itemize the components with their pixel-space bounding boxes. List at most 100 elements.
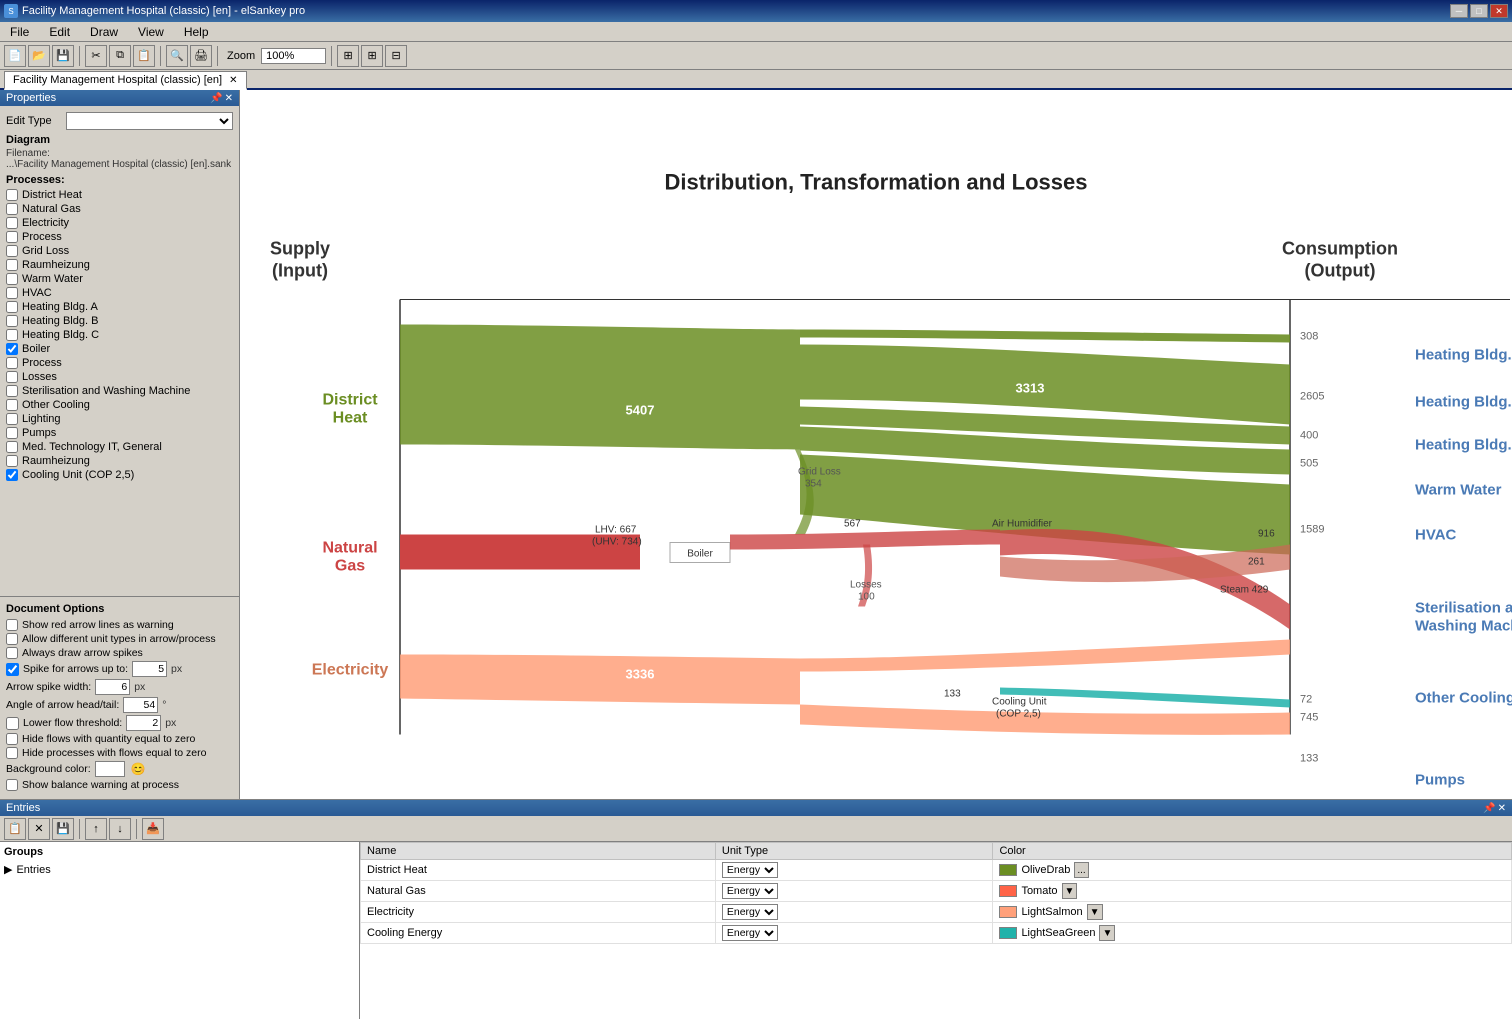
save-btn[interactable]: 💾 bbox=[52, 45, 74, 67]
bg-color-swatch[interactable] bbox=[95, 761, 125, 777]
edit-type-select[interactable] bbox=[66, 112, 233, 130]
new-btn[interactable]: 📄 bbox=[4, 45, 26, 67]
entries-add-btn[interactable]: 📋 bbox=[4, 818, 26, 840]
row-unit-electricity[interactable]: Energy bbox=[722, 904, 778, 920]
proc-heating-b-check[interactable] bbox=[6, 315, 18, 327]
proc-process2-check[interactable] bbox=[6, 357, 18, 369]
tab-bar: Facility Management Hospital (classic) [… bbox=[0, 70, 1512, 90]
proc-lighting-check[interactable] bbox=[6, 413, 18, 425]
proc-grid-loss-check[interactable] bbox=[6, 245, 18, 257]
cut-btn[interactable]: ✂ bbox=[85, 45, 107, 67]
menu-edit[interactable]: Edit bbox=[43, 23, 76, 41]
proc-hvac-check[interactable] bbox=[6, 287, 18, 299]
proc-med-tech-check[interactable] bbox=[6, 441, 18, 453]
opt-hide-process-check[interactable] bbox=[6, 747, 18, 759]
menu-view[interactable]: View bbox=[132, 23, 170, 41]
entries-save-btn[interactable]: 💾 bbox=[52, 818, 74, 840]
edit-type-label: Edit Type bbox=[6, 115, 66, 127]
angle-input[interactable] bbox=[123, 697, 158, 713]
val-261: 261 bbox=[1248, 557, 1265, 568]
proc-raumheizung-check[interactable] bbox=[6, 259, 18, 271]
entries-pin-icon[interactable]: 📌 bbox=[1483, 803, 1495, 814]
entries-panel-header: Entries 📌 ✕ bbox=[0, 800, 1512, 816]
properties-close-icon[interactable]: ✕ bbox=[225, 93, 233, 104]
entries-close-icon[interactable]: ✕ bbox=[1498, 803, 1506, 814]
paste-btn[interactable]: 📋 bbox=[133, 45, 155, 67]
close-button[interactable]: ✕ bbox=[1490, 4, 1508, 18]
maximize-button[interactable]: □ bbox=[1470, 4, 1488, 18]
entries-down-btn[interactable]: ↓ bbox=[109, 818, 131, 840]
tab-diagram[interactable]: Facility Management Hospital (classic) [… bbox=[4, 71, 247, 90]
bg-color-label: Background color: bbox=[6, 763, 91, 775]
opt-draw-spikes-check[interactable] bbox=[6, 647, 18, 659]
zoom-input[interactable]: 100% bbox=[261, 48, 326, 64]
groups-item-entries[interactable]: ▶ Entries bbox=[4, 862, 355, 877]
proc-electricity-label: Electricity bbox=[22, 217, 69, 229]
zoom-fit-btn[interactable]: ⊞ bbox=[337, 45, 359, 67]
proc-losses-check[interactable] bbox=[6, 371, 18, 383]
row-color-ng-label: Tomato bbox=[1021, 885, 1057, 897]
proc-cooling-unit-check[interactable] bbox=[6, 469, 18, 481]
menu-file[interactable]: File bbox=[4, 23, 35, 41]
proc-sterilisation-check[interactable] bbox=[6, 385, 18, 397]
entries-content: Groups ▶ Entries Name Unit Type Color Di… bbox=[0, 842, 1512, 1019]
zoom-out-btn[interactable]: ⊟ bbox=[385, 45, 407, 67]
toolbar: 📄 📂 💾 ✂ ⧉ 📋 🔍 🖨 Zoom 100% ⊞ ⊞ ⊟ bbox=[0, 42, 1512, 70]
zoom-in-btn[interactable]: ⊞ bbox=[361, 45, 383, 67]
row-color-elec-btn[interactable]: ▼ bbox=[1087, 904, 1103, 920]
row-unit-cooling-energy[interactable]: Energy bbox=[722, 925, 778, 941]
losses-label2: 100 bbox=[858, 592, 875, 603]
open-btn[interactable]: 📂 bbox=[28, 45, 50, 67]
proc-electricity-check[interactable] bbox=[6, 217, 18, 229]
val-916: 916 bbox=[1258, 529, 1275, 540]
opt-diff-units-check[interactable] bbox=[6, 633, 18, 645]
print-btn[interactable]: 🖨 bbox=[190, 45, 212, 67]
entries-up-btn[interactable]: ↑ bbox=[85, 818, 107, 840]
row-name-electricity: Electricity bbox=[361, 902, 716, 923]
proc-natural-gas-check[interactable] bbox=[6, 203, 18, 215]
opt-spike-arrows-check[interactable] bbox=[6, 663, 19, 676]
district-heat-input-label2: Heat bbox=[333, 410, 368, 427]
tab-close-icon[interactable]: ✕ bbox=[229, 75, 237, 86]
out-steril1: Sterilisation and bbox=[1415, 600, 1512, 617]
opt-red-arrow-check[interactable] bbox=[6, 619, 18, 631]
proc-pumps-check[interactable] bbox=[6, 427, 18, 439]
opt-lower-flow-check[interactable] bbox=[6, 717, 19, 730]
properties-title: Properties bbox=[6, 92, 56, 104]
row-color-dh-btn[interactable]: ... bbox=[1074, 862, 1088, 878]
search-btn[interactable]: 🔍 bbox=[166, 45, 188, 67]
proc-heating-a-check[interactable] bbox=[6, 301, 18, 313]
proc-boiler-check[interactable] bbox=[6, 343, 18, 355]
opt-balance-warning-check[interactable] bbox=[6, 779, 18, 791]
proc-warm-water-check[interactable] bbox=[6, 273, 18, 285]
spike-arrows-input[interactable] bbox=[132, 661, 167, 677]
proc-process-check[interactable] bbox=[6, 231, 18, 243]
proc-heating-c-check[interactable] bbox=[6, 329, 18, 341]
row-color-ng-btn[interactable]: ▼ bbox=[1062, 883, 1078, 899]
proc-other-cooling-label: Other Cooling bbox=[22, 399, 90, 411]
proc-boiler-label: Boiler bbox=[22, 343, 50, 355]
proc-other-cooling-check[interactable] bbox=[6, 399, 18, 411]
out-other-cooling: Other Cooling bbox=[1415, 690, 1512, 707]
row-color-cool-btn[interactable]: ▼ bbox=[1099, 925, 1115, 941]
row-unit-district-heat[interactable]: Energy bbox=[722, 862, 778, 878]
entries-sep1 bbox=[79, 819, 80, 839]
proc-raumheizung2-check[interactable] bbox=[6, 455, 18, 467]
properties-pin-icon[interactable]: 📌 bbox=[210, 93, 222, 104]
menu-help[interactable]: Help bbox=[178, 23, 215, 41]
opt-hide-zero-check[interactable] bbox=[6, 733, 18, 745]
table-row: Cooling Energy Energy LightSeaGreen ▼ bbox=[361, 923, 1512, 944]
lower-flow-input[interactable] bbox=[126, 715, 161, 731]
menu-draw[interactable]: Draw bbox=[84, 23, 124, 41]
minimize-button[interactable]: ─ bbox=[1450, 4, 1468, 18]
row-color-cool-box bbox=[999, 927, 1017, 939]
entries-import-btn[interactable]: 📥 bbox=[142, 818, 164, 840]
opt-diff-units-label: Allow different unit types in arrow/proc… bbox=[22, 633, 216, 645]
proc-warm-water-label: Warm Water bbox=[22, 273, 83, 285]
arrow-spike-width-input[interactable] bbox=[95, 679, 130, 695]
row-color-dh-label: OliveDrab bbox=[1021, 864, 1070, 876]
copy-btn[interactable]: ⧉ bbox=[109, 45, 131, 67]
proc-district-heat-check[interactable] bbox=[6, 189, 18, 201]
entries-del-btn[interactable]: ✕ bbox=[28, 818, 50, 840]
row-unit-natural-gas[interactable]: Energy bbox=[722, 883, 778, 899]
